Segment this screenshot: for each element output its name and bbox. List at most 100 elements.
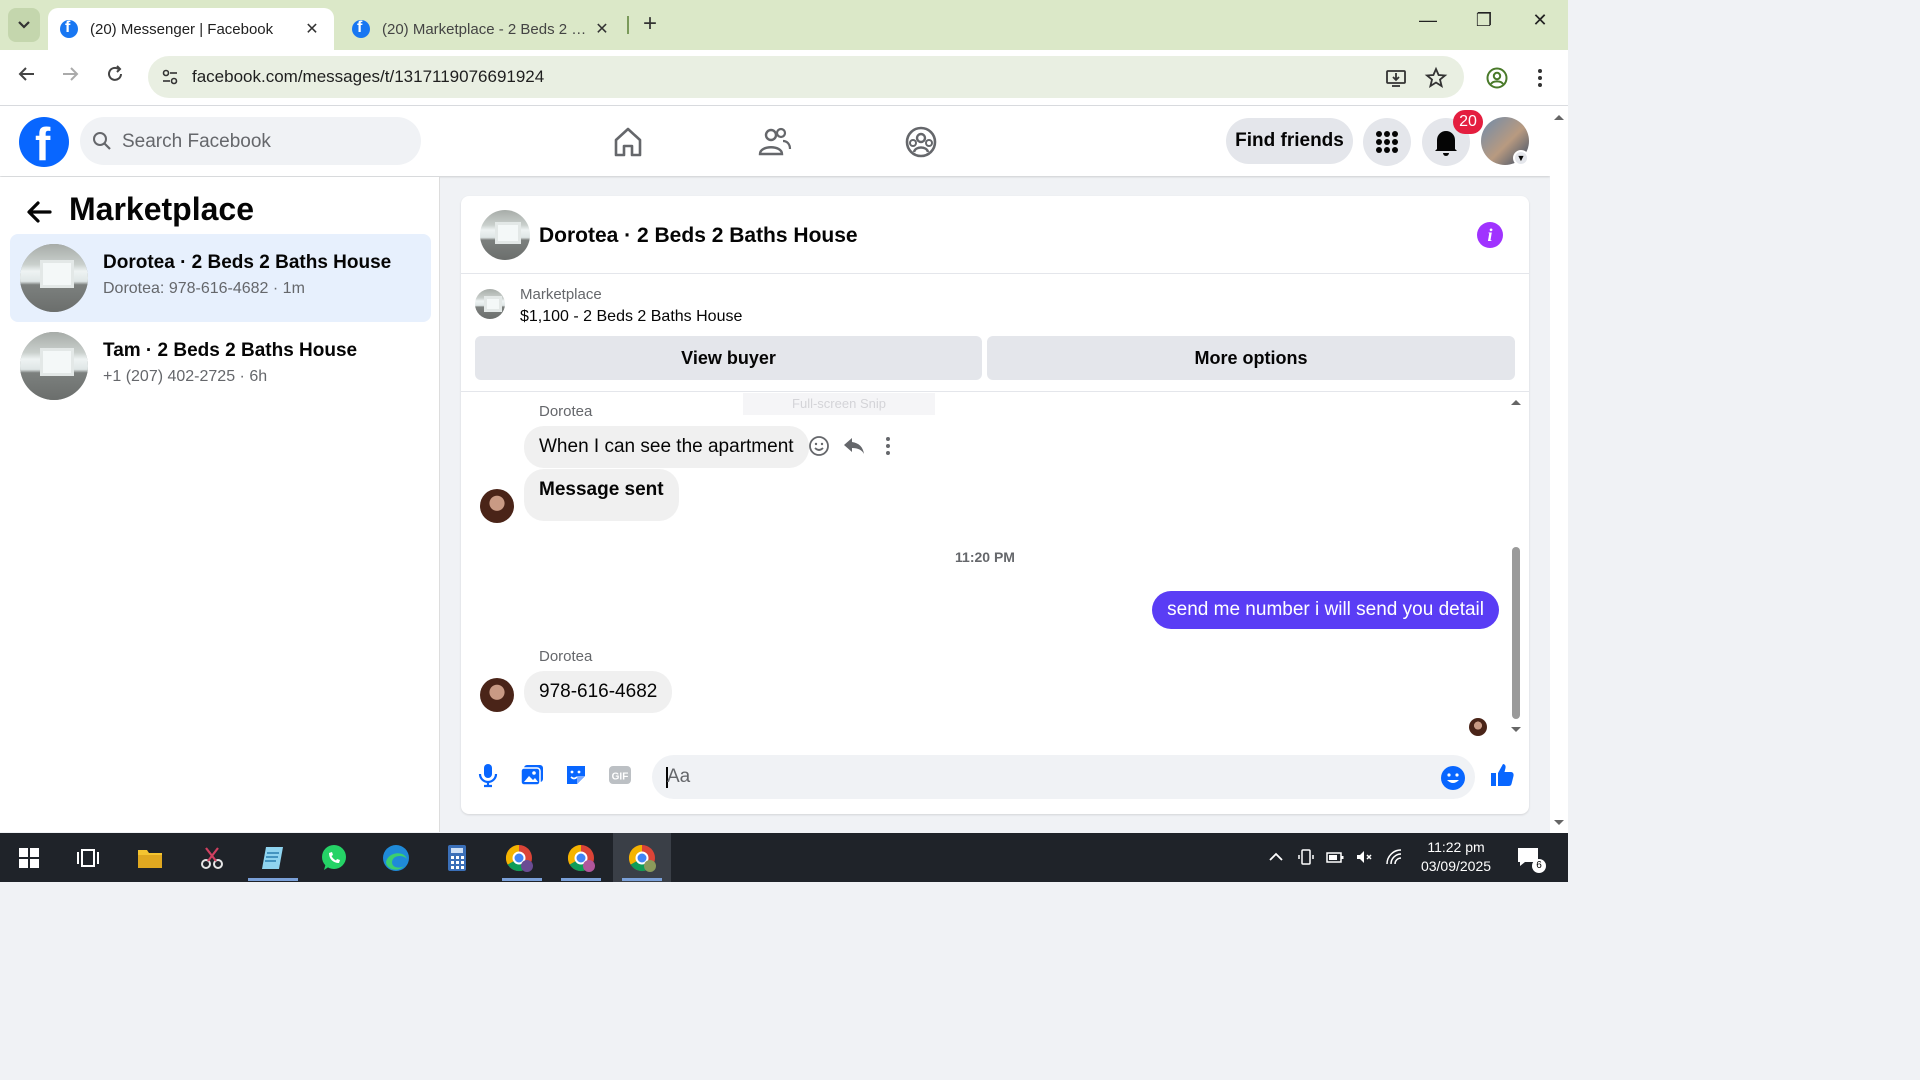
read-receipt-avatar — [1469, 718, 1487, 736]
more-vert-icon[interactable] — [875, 433, 901, 459]
outgoing-message[interactable]: send me number i will send you detail — [1152, 591, 1499, 629]
chat-header: Dorotea · 2 Beds 2 Baths House i — [461, 196, 1529, 274]
reload-button[interactable] — [99, 62, 131, 94]
notepad-icon[interactable] — [257, 842, 289, 874]
incoming-message[interactable]: When I can see the apartment — [524, 426, 809, 468]
scroll-up-icon[interactable] — [1550, 112, 1568, 122]
clock-date: 03/09/2025 — [1420, 858, 1492, 874]
install-app-icon[interactable] — [1384, 66, 1408, 90]
task-view-icon[interactable] — [72, 842, 104, 874]
view-buyer-button[interactable]: View buyer — [475, 336, 982, 380]
sender-avatar[interactable] — [480, 678, 514, 712]
incoming-message[interactable]: Message sent — [524, 469, 679, 521]
snipping-tool-icon[interactable] — [196, 842, 228, 874]
emoji-react-icon[interactable] — [806, 433, 832, 459]
url-text: facebook.com/messages/t/1317119076691924 — [192, 67, 545, 86]
calculator-icon[interactable] — [441, 842, 473, 874]
menu-button[interactable] — [1363, 118, 1411, 166]
restore-button[interactable]: ❐ — [1464, 10, 1504, 40]
conversation-item[interactable]: Tam · 2 Beds 2 Baths House +1 (207) 402-… — [10, 322, 431, 410]
scroll-up-icon[interactable] — [1509, 397, 1523, 407]
info-icon[interactable]: i — [1477, 222, 1503, 248]
photo-icon[interactable] — [518, 761, 546, 789]
network-icon[interactable] — [1384, 847, 1404, 867]
close-tab-icon[interactable]: ✕ — [592, 19, 612, 39]
chevron-up-icon[interactable] — [1266, 847, 1286, 867]
new-tab-button[interactable]: + — [636, 10, 664, 38]
home-icon[interactable] — [608, 122, 648, 162]
message-input[interactable]: Aa — [652, 755, 1475, 799]
tab-search-button[interactable] — [8, 8, 40, 42]
chrome-profile-icon[interactable] — [565, 842, 597, 874]
conversation-item[interactable]: Dorotea · 2 Beds 2 Baths House Dorotea: … — [10, 234, 431, 322]
whatsapp-icon[interactable] — [318, 842, 350, 874]
thumbs-up-icon[interactable] — [1488, 761, 1516, 789]
listing-thumbnail[interactable] — [480, 210, 530, 260]
edge-browser-icon[interactable] — [380, 842, 412, 874]
arrow-right-icon — [63, 67, 79, 81]
chat-panel: Dorotea · 2 Beds 2 Baths House i Marketp… — [461, 196, 1529, 814]
forward-button[interactable] — [54, 62, 86, 94]
incoming-message[interactable]: 978-616-4682 — [524, 671, 673, 713]
sticker-icon[interactable] — [562, 761, 590, 789]
sender-avatar[interactable] — [480, 489, 514, 523]
running-indicator — [561, 878, 601, 881]
volume-muted-icon[interactable] — [1354, 847, 1374, 867]
browser-tab-messenger[interactable]: (20) Messenger | Facebook ✕ — [48, 8, 334, 50]
site-info-icon[interactable] — [160, 67, 180, 87]
notification-count: 6 — [1532, 859, 1546, 873]
groups-icon[interactable] — [901, 122, 941, 162]
scroll-down-icon[interactable] — [1550, 818, 1568, 828]
account-caret-icon[interactable]: ▼ — [1513, 150, 1529, 166]
browser-tab-marketplace[interactable]: (20) Marketplace - 2 Beds 2 Baths House … — [340, 8, 624, 50]
reply-icon[interactable] — [841, 433, 867, 459]
chevron-down-icon — [18, 21, 30, 29]
message-composer: GIF Aa — [461, 751, 1529, 807]
conversation-name: Tam · 2 Beds 2 Baths House — [103, 340, 358, 361]
microphone-icon[interactable] — [474, 761, 502, 789]
facebook-logo-icon[interactable] — [19, 117, 69, 171]
search-facebook-input[interactable]: Search Facebook — [80, 117, 421, 165]
emoji-icon[interactable] — [1440, 765, 1466, 791]
close-tab-icon[interactable]: ✕ — [302, 19, 322, 39]
windows-start-icon[interactable] — [13, 842, 45, 874]
file-explorer-icon[interactable] — [134, 842, 166, 874]
page-scrollbar[interactable] — [1550, 106, 1568, 833]
arrow-left-icon — [18, 67, 34, 81]
browser-tab-bar: (20) Messenger | Facebook ✕ (20) Marketp… — [0, 0, 1568, 50]
facebook-header: Search Facebook Find friends — [0, 106, 1550, 176]
friends-icon[interactable] — [754, 122, 794, 162]
find-friends-button[interactable]: Find friends — [1226, 118, 1353, 164]
browser-toolbar: facebook.com/messages/t/1317119076691924 — [0, 50, 1568, 106]
message-sender: Dorotea — [539, 648, 593, 665]
profile-icon[interactable] — [1485, 66, 1509, 90]
back-arrow-icon[interactable] — [24, 197, 56, 227]
minimize-button[interactable]: — — [1408, 10, 1448, 40]
more-vert-icon[interactable] — [1528, 66, 1552, 90]
scroll-down-icon[interactable] — [1509, 725, 1523, 735]
chat-scrollbar-thumb[interactable] — [1512, 547, 1520, 719]
message-placeholder: Aa — [667, 766, 691, 787]
grid-menu-icon — [1376, 131, 1398, 153]
device-icon[interactable] — [1296, 847, 1316, 867]
listing-title[interactable]: $1,100 - 2 Beds 2 Baths House — [520, 308, 742, 326]
reload-icon — [108, 65, 122, 81]
windows-taskbar: 11:22 pm 03/09/2025 6 — [0, 833, 1568, 882]
notification-badge: 20 — [1453, 110, 1483, 134]
back-button[interactable] — [11, 62, 43, 94]
conversation-preview: +1 (207) 402-2725 · 6h — [103, 368, 268, 385]
search-placeholder: Search Facebook — [122, 131, 271, 152]
conversation-name: Dorotea · 2 Beds 2 Baths House — [103, 252, 392, 273]
chrome-active-icon[interactable] — [626, 842, 658, 874]
system-clock[interactable]: 11:22 pm 03/09/2025 — [1404, 838, 1508, 876]
gif-icon[interactable]: GIF — [606, 761, 634, 789]
chat-title[interactable]: Dorotea · 2 Beds 2 Baths House — [539, 224, 858, 248]
chrome-profile-icon[interactable] — [503, 842, 535, 874]
close-window-button[interactable]: ✕ — [1520, 10, 1560, 40]
tab-separator — [627, 16, 629, 34]
svg-text:GIF: GIF — [612, 772, 629, 783]
address-bar[interactable]: facebook.com/messages/t/1317119076691924 — [148, 56, 1464, 98]
bookmark-star-icon[interactable] — [1424, 66, 1448, 90]
battery-icon[interactable] — [1325, 847, 1345, 867]
more-options-button[interactable]: More options — [987, 336, 1515, 380]
